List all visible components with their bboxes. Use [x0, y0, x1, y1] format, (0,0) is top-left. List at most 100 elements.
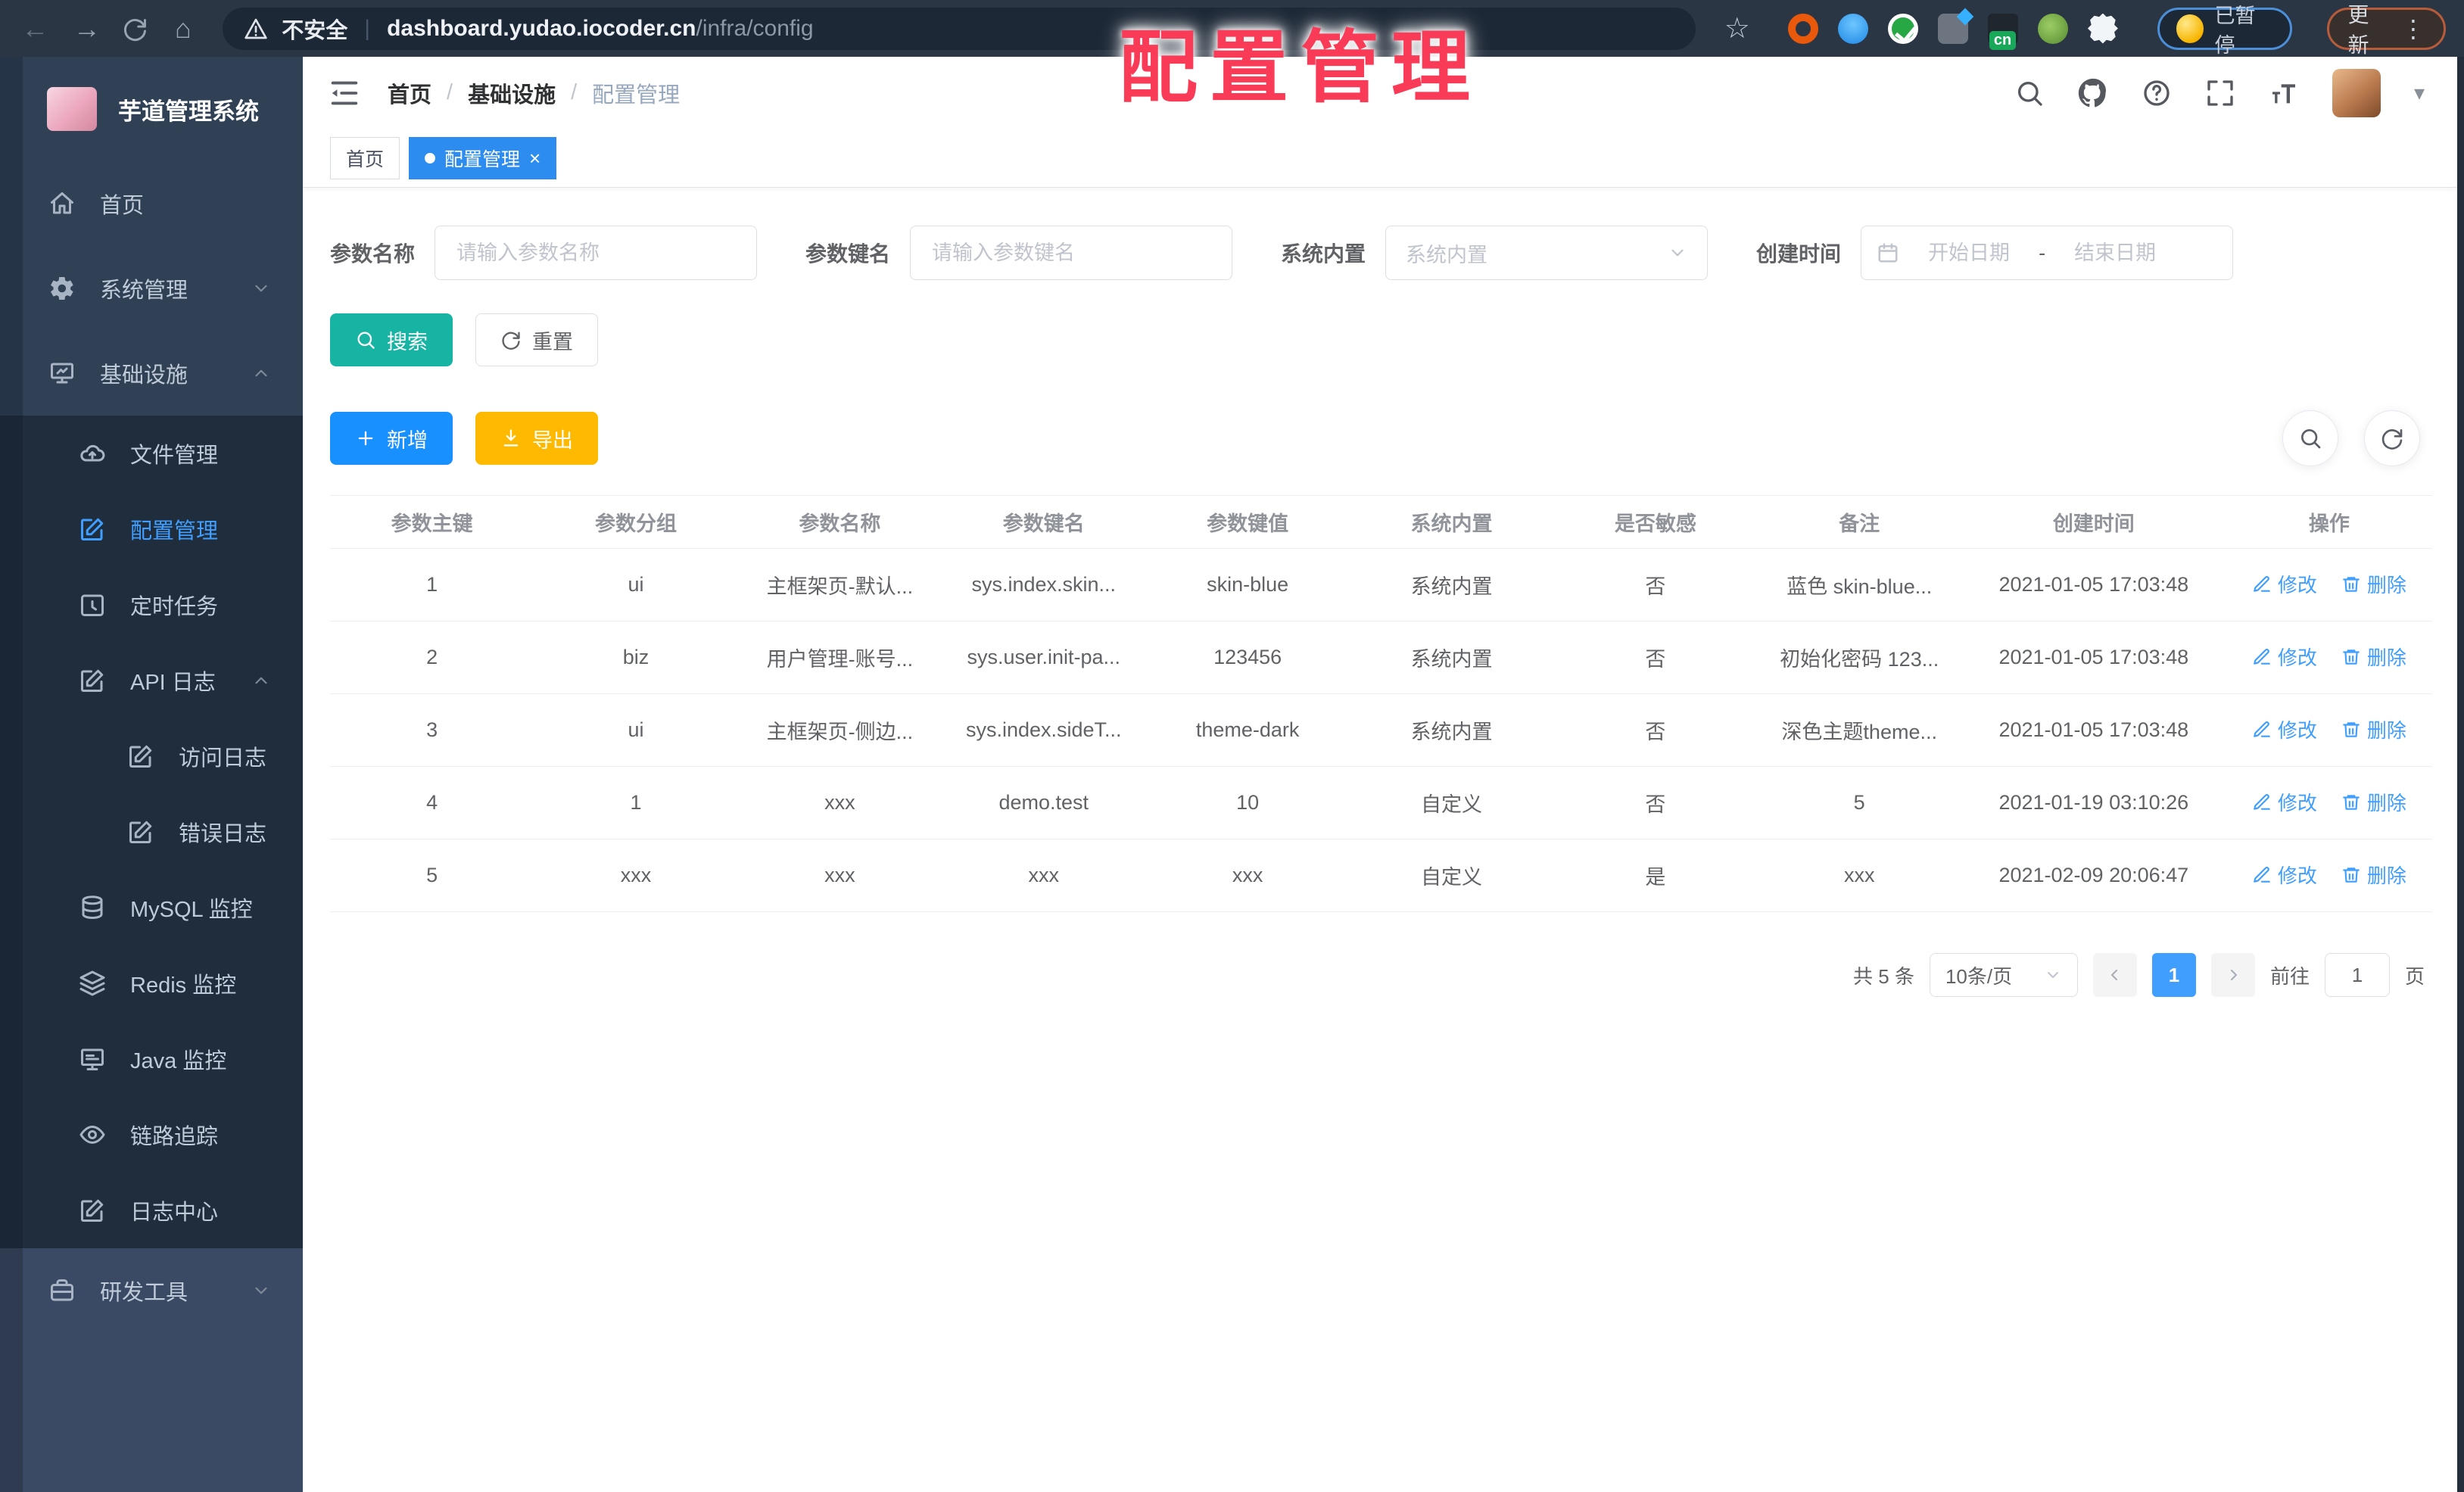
cell-remark: 5 — [1757, 766, 1961, 839]
search-icon[interactable] — [2014, 78, 2045, 108]
extension-orange-icon[interactable] — [1787, 13, 1818, 44]
sidebar-item-infra[interactable]: 基础设施 — [0, 331, 303, 416]
url-text[interactable]: dashboard.yudao.iocoder.cn/infra/config — [387, 16, 814, 42]
sidebar-item-api-log[interactable]: API 日志 — [0, 643, 303, 718]
app-logo-row[interactable]: 芋道管理系统 — [0, 57, 303, 161]
cell-key: sys.index.skin... — [942, 548, 1146, 621]
breadcrumb-home[interactable]: 首页 — [388, 77, 431, 109]
back-icon[interactable]: ← — [18, 0, 51, 57]
cell-id: 2 — [330, 621, 534, 694]
tab-config[interactable]: 配置管理 × — [409, 136, 557, 179]
browser-scrollbar[interactable] — [2457, 57, 2464, 1492]
refresh-table-button[interactable] — [2364, 410, 2420, 466]
extension-puzzle-icon[interactable] — [2087, 13, 2118, 44]
next-page-button[interactable] — [2210, 953, 2255, 997]
current-page-button[interactable]: 1 — [2151, 953, 2196, 997]
extension-pin-icon[interactable] — [1837, 13, 1868, 44]
edit-link[interactable]: 修改 — [2252, 570, 2317, 598]
home-menu-icon — [51, 192, 73, 214]
date-range-picker[interactable]: - — [1861, 226, 2234, 280]
extension-cn-icon[interactable] — [1987, 13, 2018, 50]
security-label[interactable]: 不安全 — [282, 13, 347, 45]
update-label: 更新 — [2347, 2, 2369, 57]
edit-link[interactable]: 修改 — [2252, 788, 2317, 816]
fullscreen-icon[interactable] — [2205, 78, 2235, 108]
sidebar-item-config[interactable]: 配置管理 — [0, 491, 303, 567]
tags-view-bar: 首页 配置管理 × — [303, 129, 2464, 188]
edit-link[interactable]: 修改 — [2252, 715, 2317, 743]
hamburger-icon[interactable] — [327, 76, 362, 111]
url-divider: | — [364, 15, 371, 41]
sidebar-item-error-log[interactable]: 错误日志 — [0, 794, 303, 870]
sidebar-item-label: 文件管理 — [130, 444, 219, 468]
edit-square-icon — [81, 518, 104, 540]
col-sensitive: 是否敏感 — [1553, 495, 1758, 549]
sidebar-item-label: 链路追踪 — [130, 1125, 219, 1149]
sidebar-item-log-center[interactable]: 日志中心 — [0, 1173, 303, 1248]
export-button[interactable]: 导出 — [475, 412, 598, 465]
sidebar-item-trace[interactable]: 链路追踪 — [0, 1097, 303, 1173]
delete-link[interactable]: 删除 — [2341, 715, 2406, 743]
bookmark-star-icon[interactable]: ☆ — [1724, 11, 1750, 45]
sidebar-item-home[interactable]: 首页 — [0, 161, 303, 246]
edit-link[interactable]: 修改 — [2252, 643, 2317, 671]
col-value: 参数键值 — [1145, 495, 1350, 549]
table-row: 1 ui 主框架页-默认... sys.index.skin... skin-b… — [330, 548, 2432, 621]
table-header-row: 参数主键 参数分组 参数名称 参数键名 参数键值 系统内置 是否敏感 备注 创建… — [330, 495, 2432, 549]
sidebar-item-dev-tools[interactable]: 研发工具 — [0, 1248, 303, 1333]
cell-sensitive: 是 — [1553, 839, 1758, 912]
sidebar-item-mysql[interactable]: MySQL 监控 — [0, 870, 303, 945]
delete-link[interactable]: 删除 — [2341, 861, 2406, 889]
paused-badge[interactable]: 已暂停 — [2157, 5, 2293, 57]
database-icon — [82, 896, 103, 919]
reset-button[interactable]: 重置 — [475, 313, 598, 366]
forward-icon[interactable]: → — [70, 0, 103, 57]
extension-leaf-icon[interactable] — [2037, 13, 2068, 44]
prev-page-button[interactable] — [2092, 953, 2137, 997]
table-tools — [2282, 410, 2420, 466]
reload-icon[interactable] — [122, 15, 148, 42]
extension-check-icon[interactable] — [1887, 13, 1918, 44]
delete-link[interactable]: 删除 — [2341, 570, 2406, 598]
breadcrumb-infra[interactable]: 基础设施 — [468, 77, 556, 109]
cell-sensitive: 否 — [1553, 548, 1758, 621]
user-avatar[interactable] — [2332, 68, 2381, 117]
filter-key-input[interactable] — [910, 226, 1233, 280]
date-end-input[interactable] — [2050, 241, 2181, 265]
chevron-down-icon — [2047, 972, 2058, 978]
edit-link[interactable]: 修改 — [2252, 861, 2317, 889]
tab-home[interactable]: 首页 — [330, 136, 400, 179]
page-size-select[interactable]: 10条/页 — [1929, 953, 2078, 997]
filter-type-select[interactable]: 系统内置 — [1385, 226, 1709, 280]
search-button[interactable]: 搜索 — [330, 313, 453, 366]
more-vertical-icon[interactable]: ⋮ — [2401, 14, 2425, 43]
font-size-icon[interactable] — [2269, 78, 2299, 108]
magnifier-icon — [2301, 429, 2321, 449]
close-tab-icon[interactable]: × — [529, 148, 540, 168]
sidebar-item-file[interactable]: 文件管理 — [0, 416, 303, 491]
add-button[interactable]: 新增 — [330, 412, 453, 465]
sidebar-item-system[interactable]: 系统管理 — [0, 246, 303, 331]
github-icon[interactable] — [2078, 78, 2108, 108]
date-start-input[interactable] — [1904, 241, 2035, 265]
avatar-caret-down-icon[interactable]: ▾ — [2414, 80, 2425, 105]
sidebar-item-access-log[interactable]: 访问日志 — [0, 718, 303, 794]
extension-grid-icon[interactable] — [1937, 13, 1968, 44]
table-toolbar: 新增 导出 — [330, 410, 2432, 466]
browser-update-button[interactable]: 更新 ⋮ — [2327, 3, 2446, 57]
sidebar-item-job[interactable]: 定时任务 — [0, 567, 303, 643]
help-icon[interactable] — [2142, 78, 2172, 108]
cell-created: 2021-01-05 17:03:48 — [1961, 621, 2226, 694]
delete-link[interactable]: 删除 — [2341, 643, 2406, 671]
filter-name-input[interactable] — [435, 226, 758, 280]
delete-link[interactable]: 删除 — [2341, 788, 2406, 816]
sidebar-item-java[interactable]: Java 监控 — [0, 1021, 303, 1097]
col-created: 创建时间 — [1961, 495, 2226, 549]
sidebar-item-redis[interactable]: Redis 监控 — [0, 945, 303, 1021]
cell-actions: 修改 删除 — [2226, 621, 2432, 694]
home-icon[interactable]: ⌂ — [167, 0, 200, 57]
filter-form: 参数名称 参数键名 系统内置 系统内置 创建时间 — [330, 226, 2432, 280]
sidebar-submenu-infra: 文件管理 配置管理 定时任务 API 日志 访问日志 错误日志 MySQL 监控… — [0, 416, 303, 1248]
goto-page-input[interactable] — [2324, 953, 2390, 997]
toggle-search-button[interactable] — [2282, 410, 2338, 466]
